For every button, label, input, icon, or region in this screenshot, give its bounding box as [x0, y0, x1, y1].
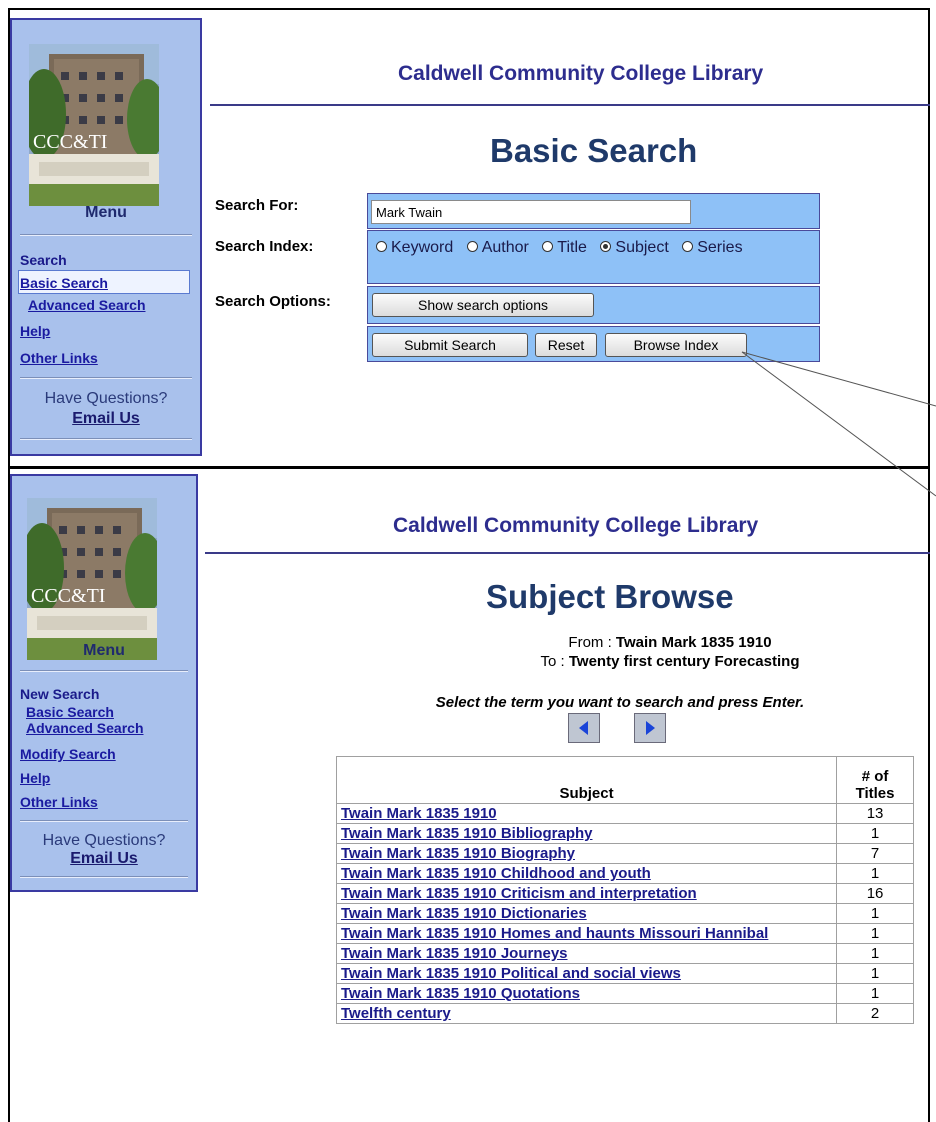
questions-text: Have Questions?: [42, 832, 166, 849]
subject-cell: Twain Mark 1835 1910 Biography: [335, 843, 838, 864]
subject-cell: Twain Mark 1835 1910 Dictionaries: [335, 903, 838, 924]
subject-cell: Twain Mark 1835 1910 Childhood and youth: [335, 863, 838, 884]
table-row: Twain Mark 1835 1910 Childhood and youth…: [335, 863, 914, 884]
table-row: Twain Mark 1835 1910 Journeys 1: [335, 943, 914, 964]
title-count-cell: 13: [836, 803, 914, 824]
subject-link[interactable]: Twain Mark 1835 1910 Dictionaries: [341, 905, 587, 922]
table-row: Twain Mark 1835 1910 13: [335, 803, 914, 824]
title-count-cell: 7: [836, 843, 914, 864]
sidebar-item-other-links[interactable]: Other Links: [20, 794, 98, 810]
subject-link[interactable]: Twain Mark 1835 1910 Childhood and youth: [341, 865, 651, 882]
table-row: Twain Mark 1835 1910 Biography 7: [335, 843, 914, 864]
callout-lines: [741, 351, 936, 497]
to-label: To :: [540, 653, 565, 670]
sidebar-rule: [20, 820, 188, 822]
email-us-link[interactable]: Email Us: [12, 850, 196, 868]
next-page-button[interactable]: [634, 713, 666, 743]
campus-photo: CCC&TI: [27, 498, 157, 660]
title-count-cell: 1: [836, 903, 914, 924]
column-header-titles: # of Titles: [836, 756, 914, 804]
subject-link[interactable]: Twain Mark 1835 1910 Criticism and inter…: [341, 885, 697, 902]
from-label: From :: [568, 634, 612, 651]
from-line: From : Twain Mark 1835 1910: [400, 634, 936, 651]
subject-link[interactable]: Twain Mark 1835 1910 Quotations: [341, 985, 580, 1002]
sidebar-section-new-search: New Search: [20, 686, 100, 702]
table-row: Twain Mark 1835 1910 Homes and haunts Mi…: [335, 923, 914, 944]
sidebar-item-basic-search[interactable]: Basic Search: [26, 704, 114, 720]
table-row: Twain Mark 1835 1910 Quotations 1: [335, 983, 914, 1004]
sidebar-item-help[interactable]: Help: [20, 770, 50, 786]
title-count-cell: 1: [836, 963, 914, 984]
subject-link[interactable]: Twain Mark 1835 1910 Journeys: [341, 945, 568, 962]
arrow-left-icon: [579, 721, 588, 735]
subject-link[interactable]: Twelfth century: [341, 1005, 451, 1022]
subject-cell: Twain Mark 1835 1910: [335, 803, 838, 824]
title-count-cell: 1: [836, 943, 914, 964]
table-row: Twain Mark 1835 1910 Dictionaries 1: [335, 903, 914, 924]
results-table: Subject # of Titles Twain Mark 1835 1910…: [335, 756, 914, 1024]
table-row: Twain Mark 1835 1910 Bibliography 1: [335, 823, 914, 844]
title-rule: [205, 552, 930, 554]
menu-heading: Menu: [83, 642, 125, 659]
title-count-cell: 1: [836, 863, 914, 884]
title-count-cell: 1: [836, 823, 914, 844]
subject-cell: Twain Mark 1835 1910 Bibliography: [335, 823, 838, 844]
site-title: Caldwell Community College Library: [393, 514, 759, 537]
title-count-cell: 1: [836, 983, 914, 1004]
from-value: Twain Mark 1835 1910: [615, 634, 772, 651]
sidebar-rule: [20, 876, 188, 878]
title-count-cell: 2: [836, 1003, 914, 1024]
previous-page-button[interactable]: [568, 713, 600, 743]
title-count-cell: 1: [836, 923, 914, 944]
title-count-cell: 16: [836, 883, 914, 904]
subject-link[interactable]: Twain Mark 1835 1910 Biography: [341, 845, 575, 862]
logo-text: CCC&TI: [31, 585, 105, 607]
sidebar-item-modify-search[interactable]: Modify Search: [20, 746, 116, 762]
page-title-subject-browse: Subject Browse: [486, 578, 734, 615]
table-row: Twain Mark 1835 1910 Criticism and inter…: [335, 883, 914, 904]
arrow-right-icon: [646, 721, 655, 735]
campus-photo-image: CCC&TI: [27, 498, 157, 660]
subject-cell: Twain Mark 1835 1910 Journeys: [335, 943, 838, 964]
table-row: Twelfth century 2: [335, 1003, 914, 1024]
results-body: Twain Mark 1835 1910 13 Twain Mark 1835 19…: [335, 803, 914, 1024]
sidebar-bottom: CCC&TI Menu New Search Basic Search Adva…: [10, 474, 198, 892]
sidebar-item-advanced-search[interactable]: Advanced Search: [26, 720, 144, 736]
subject-link[interactable]: Twain Mark 1835 1910 Bibliography: [341, 825, 592, 842]
sidebar-rule: [20, 670, 188, 672]
table-header-row: Subject # of Titles: [335, 756, 914, 804]
instruction-text: Select the term you want to search and p…: [435, 694, 805, 711]
subject-link[interactable]: Twain Mark 1835 1910 Political and socia…: [341, 965, 681, 982]
subject-cell: Twain Mark 1835 1910 Political and socia…: [335, 963, 838, 984]
subject-cell: Twain Mark 1835 1910 Quotations: [335, 983, 838, 1004]
to-value: Twenty first century Forecasting: [568, 653, 800, 670]
subject-cell: Twain Mark 1835 1910 Homes and haunts Mi…: [335, 923, 838, 944]
subject-cell: Twelfth century: [335, 1003, 838, 1024]
subject-link[interactable]: Twain Mark 1835 1910 Homes and haunts Mi…: [341, 925, 768, 942]
table-row: Twain Mark 1835 1910 Political and socia…: [335, 963, 914, 984]
to-line: To : Twenty first century Forecasting: [400, 653, 936, 670]
column-header-subject: Subject: [335, 756, 838, 804]
subject-link[interactable]: Twain Mark 1835 1910: [341, 805, 497, 822]
subject-cell: Twain Mark 1835 1910 Criticism and inter…: [335, 883, 838, 904]
